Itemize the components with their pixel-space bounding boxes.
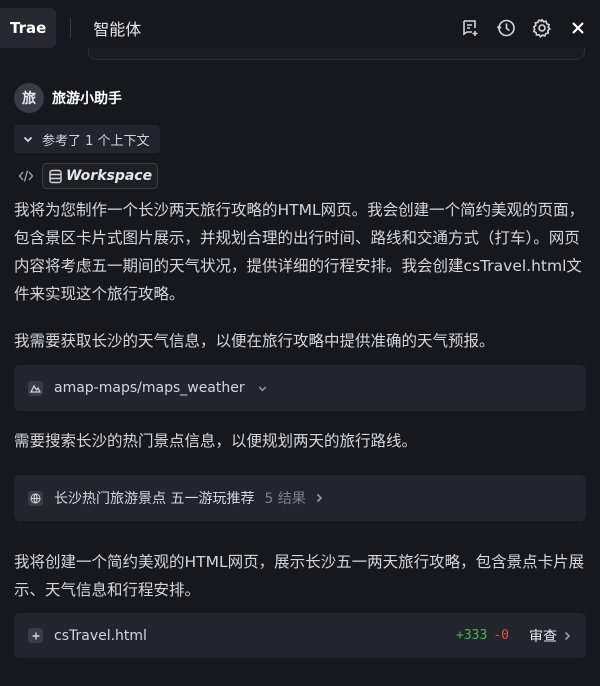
review-button[interactable]: 审查 [529,626,572,646]
globe-icon [28,490,43,506]
file-change-card[interactable]: csTravel.html +333 -0 审查 [14,613,586,658]
file-add-icon [28,628,43,643]
workspace-label: Workspace [66,168,153,184]
search-tool-call[interactable]: 长沙热门旅游景点 五一游玩推荐 5 结果 [14,475,586,521]
weather-tool-label: amap-maps/maps_weather [54,380,245,396]
chevron-down-icon [22,133,34,145]
lines-removed: -0 [493,628,509,643]
lines-added: +333 [456,628,488,643]
message-search: 需要搜索长沙的热门景点信息，以便规划两天的旅行路线。 [14,432,418,450]
code-icon [18,169,36,183]
chevron-right-icon[interactable] [314,493,324,503]
message-weather: 我需要获取长沙的天气信息，以便在旅行攻略中提供准确的天气预报。 [14,332,495,350]
message-create: 我将创建一个简约美观的HTML网页，展示长沙五一两天旅行攻略，包含景点卡片展示、… [14,553,585,599]
previous-message-edge [88,48,585,60]
database-icon [48,169,63,184]
toolbar-actions [458,14,590,42]
workspace-chip[interactable]: Workspace [42,163,159,189]
weather-tool-call[interactable]: amap-maps/maps_weather [14,365,586,411]
app-tab[interactable]: Trae [0,8,57,48]
new-chat-icon[interactable] [458,14,482,42]
gear-icon[interactable] [530,14,554,42]
history-icon[interactable] [494,14,518,42]
chevron-down-icon[interactable] [257,383,268,394]
context-label: 参考了 1 个上下文 [42,133,150,149]
divider [70,18,72,38]
agent-name: 旅游小助手 [52,91,122,107]
close-icon[interactable] [566,14,590,42]
search-query: 长沙热门旅游景点 五一游玩推荐 [54,491,255,507]
file-name[interactable]: csTravel.html [54,628,147,644]
message-intro: 我将为您制作一个长沙两天旅行攻略的HTML网页。我会创建一个简约美观的页面，包含… [14,201,585,303]
review-label: 审查 [529,628,557,645]
context-toggle[interactable]: 参考了 1 个上下文 [14,125,160,153]
avatar: 旅 [14,83,44,113]
agent-header: 旅 旅游小助手 [14,83,122,113]
page-title: 智能体 [93,20,142,39]
chevron-right-icon [562,631,572,641]
map-tool-icon [28,380,43,396]
context-items: Workspace [18,163,159,189]
search-result-count: 5 结果 [264,491,306,507]
